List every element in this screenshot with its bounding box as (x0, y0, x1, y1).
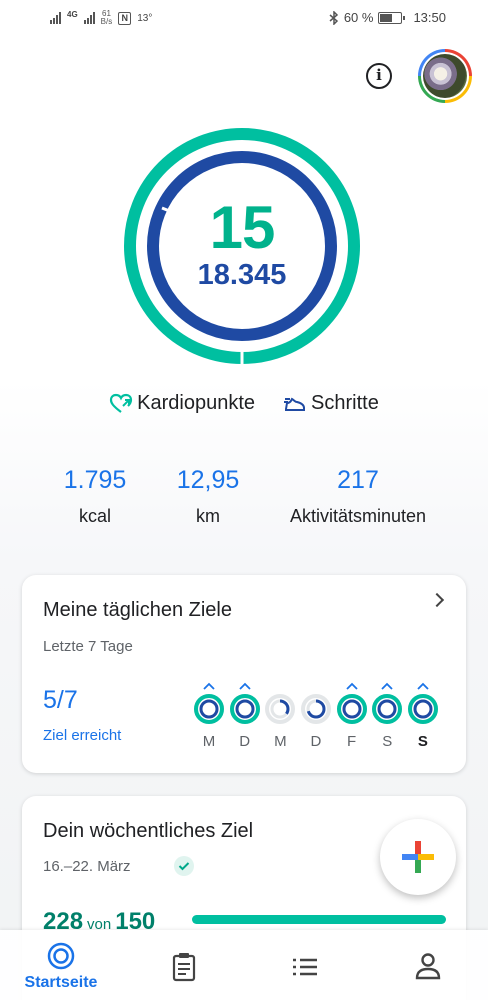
day-goal-ring (372, 694, 403, 724)
stat-active-minutes-value: 217 (337, 466, 379, 494)
avatar-image (423, 54, 467, 98)
net-speed-unit: B/s (100, 17, 113, 26)
day-label: D (310, 733, 322, 750)
add-button[interactable] (380, 819, 456, 895)
status-left: 4G 61 B/s N 13° (50, 10, 152, 26)
stat-kcal-value: 1.795 (63, 466, 127, 494)
legend-steps-label: Schritte (311, 392, 379, 414)
day-label: F (347, 733, 357, 750)
clipboard-icon (172, 953, 196, 982)
nfc-icon: N (118, 11, 132, 25)
daily-goals-title: Meine täglichen Ziele (43, 599, 232, 621)
daily-goals-ratio-label: Ziel erreicht (43, 727, 122, 744)
cardio-points-value: 15 (209, 194, 276, 261)
day-check-icon (371, 679, 403, 693)
day-goal-ring (265, 694, 296, 724)
clock: 13:50 (413, 10, 446, 25)
net-speed: 61 B/s (101, 10, 113, 26)
person-icon (415, 953, 441, 980)
network-type: 4G (67, 9, 78, 19)
home-rings-icon (47, 942, 75, 970)
stat-active-minutes-label: Aktivitätsminuten (289, 506, 427, 526)
day-column: M (193, 679, 225, 750)
day-goal-ring (300, 694, 331, 724)
daily-goals-week: MDMDFSS (193, 679, 439, 750)
temperature: 13° (137, 12, 153, 24)
day-column: D (229, 679, 261, 750)
nav-browse[interactable] (244, 930, 366, 1000)
info-button[interactable]: i (366, 63, 392, 89)
legend-cardio-label: Kardiopunkte (137, 392, 256, 414)
stat-kcal: 1.795 kcal (40, 464, 150, 527)
daily-goals-subtitle: Letzte 7 Tage (43, 638, 133, 655)
daily-goals-ratio: 5/7 (43, 686, 78, 714)
activity-ring[interactable]: 15 18.345 (122, 126, 362, 366)
day-goal-ring (194, 694, 224, 724)
day-check-icon (193, 679, 225, 693)
steps-value: 18.345 (197, 259, 287, 291)
day-check-icon (336, 679, 368, 693)
weekly-goal-progress-bar (192, 915, 446, 924)
shoe-icon (284, 397, 306, 411)
avatar[interactable] (418, 49, 472, 103)
check-circle-glyph (178, 862, 190, 871)
day-column: D (300, 679, 332, 750)
battery-icon (378, 11, 406, 24)
day-label: S (417, 733, 428, 750)
day-label: M (202, 733, 216, 750)
day-column: S (407, 679, 439, 750)
stat-km-label: km (196, 506, 220, 526)
signal-icon-2 (83, 12, 95, 24)
day-check-icon (407, 679, 439, 693)
day-goal-ring (336, 694, 367, 724)
day-column: M (264, 679, 296, 750)
bluetooth-icon (329, 10, 338, 25)
stat-active-minutes: 217 Aktivitätsminuten (268, 464, 448, 527)
battery-percent: 60 % (343, 10, 374, 25)
status-bar: 4G 61 B/s N 13° 60 % 13:50 (0, 0, 488, 36)
weekly-goal-date-range: 16.–22. März (43, 858, 131, 875)
check-circle-icon (174, 856, 194, 876)
bottom-nav: Startseite (0, 930, 488, 1000)
day-label: D (239, 733, 251, 750)
heart-icon (110, 393, 133, 413)
legend-cardio: Kardiopunkte (109, 392, 255, 415)
day-column: F (336, 679, 368, 750)
stat-kcal-label: kcal (78, 506, 111, 526)
nav-profile[interactable] (366, 930, 488, 1000)
day-label: M (274, 733, 287, 750)
day-check-icon (229, 679, 261, 693)
day-column: S (371, 679, 403, 750)
day-goal-ring (407, 694, 438, 724)
stat-km-value: 12,95 (176, 466, 240, 494)
signal-icon (50, 12, 61, 24)
avatar-frame (421, 52, 469, 100)
day-check-icon (264, 679, 296, 693)
day-label: S (382, 733, 393, 750)
nav-home[interactable]: Startseite (0, 930, 122, 1000)
plus-icon (402, 841, 434, 873)
chevron-right-icon[interactable] (429, 592, 445, 608)
weekly-goal-title: Dein wöchentliches Ziel (43, 820, 254, 842)
day-check-icon (300, 679, 332, 693)
nav-journal[interactable] (122, 930, 244, 1000)
daily-goals-card[interactable]: Meine täglichen Ziele Letzte 7 Tage 5/7 … (22, 575, 466, 773)
nav-home-label: Startseite (24, 974, 98, 991)
day-goal-ring (229, 694, 260, 724)
ring-legend: Kardiopunkte Schritte (0, 392, 488, 415)
list-icon (293, 958, 317, 976)
status-right: 60 % 13:50 (329, 10, 446, 25)
stat-km: 12,95 km (158, 464, 258, 527)
legend-steps: Schritte (283, 392, 379, 415)
